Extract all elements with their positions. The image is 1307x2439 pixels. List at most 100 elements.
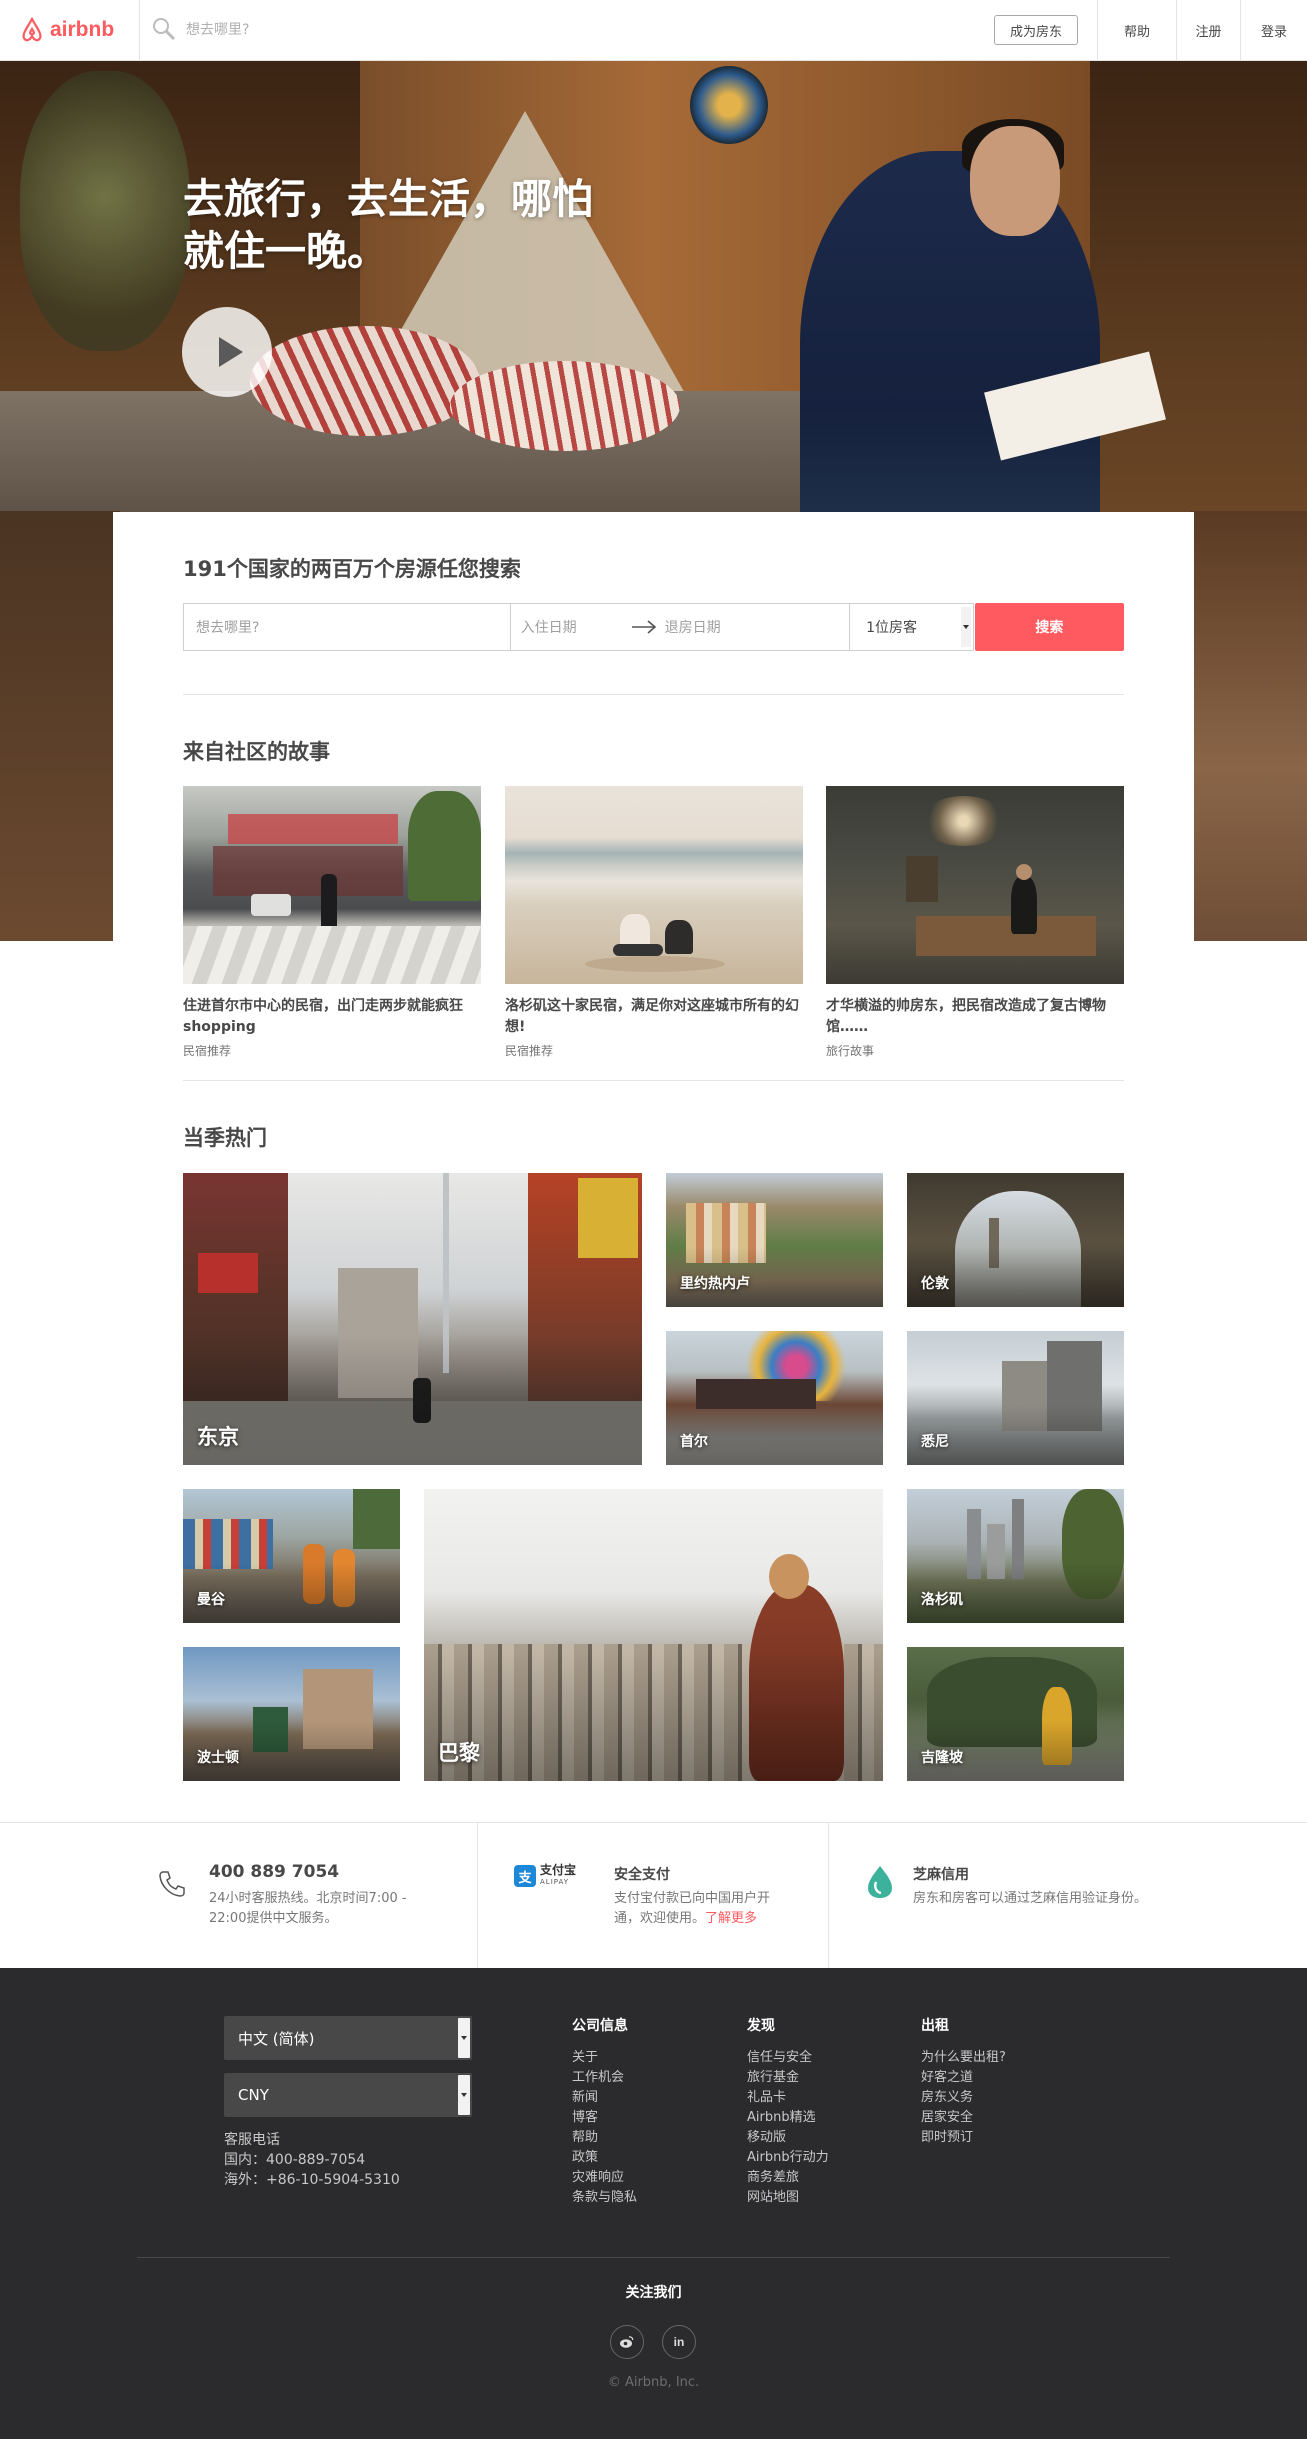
guests-select[interactable]: 1位房客 [849, 603, 974, 651]
city-label: 曼谷 [197, 1592, 225, 1608]
header-search[interactable]: 想去哪里? [152, 17, 249, 41]
login-link[interactable]: 登录 [1240, 0, 1307, 61]
city-tile-seoul[interactable]: 首尔 [666, 1331, 883, 1465]
footer-link[interactable]: 居家安全 [921, 2108, 1006, 2128]
footer-link[interactable]: 条款与隐私 [572, 2188, 637, 2208]
footer-link[interactable]: 即时预订 [921, 2128, 1006, 2148]
dates-field: 入住日期 退房日期 [509, 603, 851, 651]
footer-link[interactable]: 工作机会 [572, 2068, 637, 2088]
city-tile-bangkok[interactable]: 曼谷 [183, 1489, 400, 1623]
search-icon [153, 18, 176, 41]
city-label: 悉尼 [921, 1434, 949, 1450]
footer-col-hosting: 为什么要出租? 好客之道 房东义务 居家安全 即时预订 [921, 2048, 1006, 2148]
guests-value: 1位房客 [866, 620, 918, 636]
city-tile-los-angeles[interactable]: 洛杉矶 [907, 1489, 1124, 1623]
checkin-input[interactable]: 入住日期 [521, 617, 631, 637]
play-icon [219, 337, 243, 367]
search-bar: 想去哪里? 入住日期 退房日期 1位房客 搜索 [183, 603, 1124, 651]
popular-title: 当季热门 [183, 1126, 267, 1150]
footer-link[interactable]: Airbnb精选 [747, 2108, 829, 2128]
alipay-logo-text-en: ALIPAY [540, 1878, 570, 1886]
footer-link[interactable]: Airbnb行动力 [747, 2148, 829, 2168]
footer [0, 1968, 1307, 2439]
logo-text: airbnb [50, 18, 115, 41]
footer-divider [137, 2257, 1170, 2258]
story-card[interactable]: 住进首尔市中心的民宿，出门走两步就能疯狂shopping 民宿推荐 [183, 786, 481, 1059]
city-label: 洛杉矶 [921, 1592, 963, 1608]
city-label: 里约热内卢 [680, 1276, 750, 1292]
header: airbnb 想去哪里? 成为房东 帮助 注册 登录 [0, 0, 1307, 61]
footer-link[interactable]: 信任与安全 [747, 2048, 829, 2068]
footer-col-discover-title: 发现 [747, 2018, 775, 2034]
stories-title: 来自社区的故事 [183, 740, 330, 764]
footer-link[interactable]: 房东义务 [921, 2088, 1006, 2108]
city-tile-boston[interactable]: 波士顿 [183, 1647, 400, 1781]
pay-description: 支付宝付款已向中国用户开通，欢迎使用。了解更多 [614, 1889, 794, 1929]
city-tile-tokyo[interactable]: 东京 [183, 1173, 642, 1465]
signup-link[interactable]: 注册 [1176, 0, 1240, 61]
follow-title: 关注我们 [625, 2285, 682, 2301]
play-video-button[interactable] [182, 307, 272, 397]
story-image [826, 786, 1124, 984]
footer-link[interactable]: 好客之道 [921, 2068, 1006, 2088]
footer-link[interactable]: 关于 [572, 2048, 637, 2068]
story-title: 才华横溢的帅房东，把民宿改造成了复古博物馆…… [826, 998, 1106, 1035]
footer-link[interactable]: 旅行基金 [747, 2068, 829, 2088]
footer-link[interactable]: 移动版 [747, 2128, 829, 2148]
footer-link[interactable]: 商务差旅 [747, 2168, 829, 2188]
search-button[interactable]: 搜索 [974, 603, 1124, 651]
credit-description: 房东和房客可以通过芝麻信用验证身份。 [913, 1891, 1148, 1906]
city-tile-london[interactable]: 伦敦 [907, 1173, 1124, 1307]
info-divider [828, 1822, 829, 1968]
story-image [183, 786, 481, 984]
story-category: 旅行故事 [826, 1044, 875, 1058]
support-overseas: 海外：+86-10-5904-5310 [224, 2172, 400, 2188]
story-category: 民宿推荐 [183, 1044, 232, 1058]
footer-link[interactable]: 帮助 [572, 2128, 637, 2148]
help-link[interactable]: 帮助 [1097, 0, 1176, 61]
alipay-icon: 支 [514, 1865, 536, 1887]
learn-more-link[interactable]: 了解更多 [705, 1911, 757, 1926]
alipay-logo-text: 支付宝 [540, 1863, 577, 1877]
city-tile-sydney[interactable]: 悉尼 [907, 1331, 1124, 1465]
where-input[interactable]: 想去哪里? [183, 603, 511, 651]
support-label: 客服电话 [224, 2132, 280, 2148]
currency-select[interactable]: CNY [224, 2073, 472, 2117]
airbnb-logo-icon [22, 16, 42, 42]
story-card[interactable]: 洛杉矶这十家民宿，满足你对这座城市所有的幻想! 民宿推荐 [505, 786, 803, 1059]
arrow-right-icon [631, 620, 656, 634]
weibo-link[interactable] [610, 2325, 644, 2359]
story-image [505, 786, 803, 984]
footer-link[interactable]: 新闻 [572, 2088, 637, 2108]
city-label: 伦敦 [921, 1276, 949, 1292]
search-title: 191个国家的两百万个房源任您搜索 [183, 557, 521, 581]
city-label: 吉隆坡 [921, 1750, 963, 1766]
checkout-input[interactable]: 退房日期 [665, 617, 721, 637]
phone-icon [159, 1871, 185, 1897]
footer-link[interactable]: 为什么要出租? [921, 2048, 1006, 2068]
header-search-placeholder: 想去哪里? [186, 22, 250, 38]
story-card[interactable]: 才华横溢的帅房东，把民宿改造成了复古博物馆…… 旅行故事 [826, 786, 1124, 1059]
language-select[interactable]: 中文 (简体) [224, 2016, 472, 2060]
linkedin-link[interactable]: in [662, 2325, 696, 2359]
footer-link[interactable]: 政策 [572, 2148, 637, 2168]
phone-number: 400 889 7054 [209, 1862, 340, 1882]
caret-down-icon [458, 2018, 470, 2058]
footer-link[interactable]: 灾难响应 [572, 2168, 637, 2188]
city-tile-paris[interactable]: 巴黎 [424, 1489, 883, 1781]
city-label: 波士顿 [197, 1750, 239, 1766]
story-title: 洛杉矶这十家民宿，满足你对这座城市所有的幻想! [505, 998, 799, 1035]
footer-link[interactable]: 网站地图 [747, 2188, 829, 2208]
airbnb-logo[interactable]: airbnb [18, 16, 114, 44]
city-label: 巴黎 [438, 1741, 480, 1765]
become-host-button[interactable]: 成为房东 [994, 15, 1078, 45]
city-tile-kuala-lumpur[interactable]: 吉隆坡 [907, 1647, 1124, 1781]
footer-link[interactable]: 博客 [572, 2108, 637, 2128]
hero-title: 去旅行，去生活，哪怕就住一晚。 [183, 175, 593, 275]
city-tile-rio[interactable]: 里约热内卢 [666, 1173, 883, 1307]
footer-link[interactable]: 礼品卡 [747, 2088, 829, 2108]
info-divider [477, 1822, 478, 1968]
alipay-logo: 支 支付宝 ALIPAY [514, 1864, 576, 1888]
footer-col-discover: 信任与安全 旅行基金 礼品卡 Airbnb精选 移动版 Airbnb行动力 商务… [747, 2048, 829, 2208]
currency-value: CNY [238, 2086, 269, 2104]
